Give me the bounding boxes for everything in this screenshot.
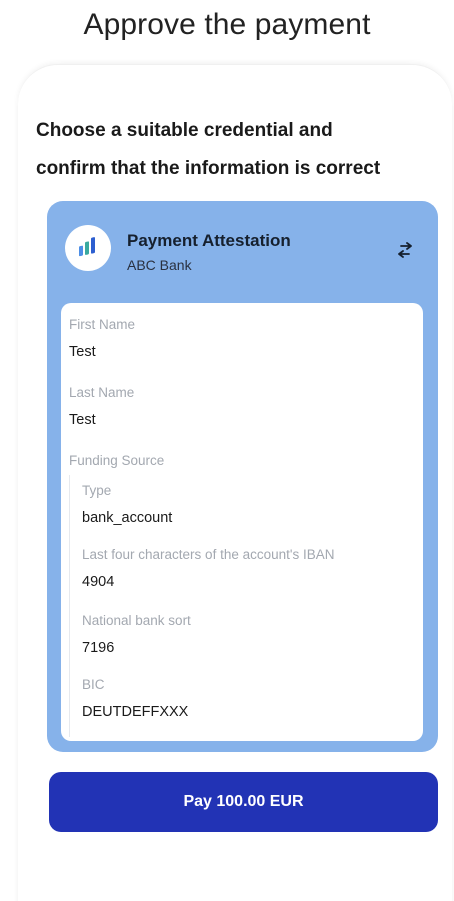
field-last-name: Last Name Test [69, 385, 134, 428]
page-title: Approve the payment [83, 8, 371, 41]
instruction-line-1: Choose a suitable credential and [36, 120, 333, 141]
instruction-text: Choose a suitable credential and confirm… [36, 112, 436, 188]
pay-button[interactable]: Pay 100.00 EUR [49, 772, 438, 832]
swap-arrows-icon[interactable] [390, 235, 420, 265]
field-label: Last Name [69, 385, 135, 400]
field-value: Test [69, 344, 96, 360]
field-iban-last-four: Last four characters of the account's IB… [82, 547, 334, 590]
field-label: First Name [69, 317, 136, 332]
field-value: Test [69, 412, 96, 428]
credential-issuer: ABC Bank [127, 257, 192, 273]
field-label: Type [82, 483, 112, 498]
field-value: 7196 [82, 640, 115, 656]
field-value: 4904 [82, 574, 115, 590]
group-label-funding-source: Funding Source [69, 453, 165, 468]
instruction-line-2: confirm that the information is correct [36, 158, 381, 179]
field-bank-sort: National bank sort 7196 [82, 613, 191, 656]
field-value: DEUTDEFFXXX [82, 704, 189, 720]
field-value: bank_account [82, 510, 173, 526]
bank-logo-icon [65, 225, 111, 271]
credential-header: Payment Attestation ABC Bank [65, 223, 420, 273]
payment-approval-screen: Approve the payment Choose a suitable cr… [0, 0, 454, 901]
field-label: National bank sort [82, 613, 191, 628]
field-first-name: First Name Test [69, 317, 135, 360]
field-bic: BIC DEUTDEFFXXX [82, 677, 188, 720]
field-type: Type bank_account [82, 483, 172, 526]
credential-details: First Name Test Last Name Test Funding S… [61, 303, 423, 741]
field-label: BIC [82, 677, 105, 692]
credential-title: Payment Attestation [127, 231, 291, 250]
funding-source-group: Type bank_account Last four characters o… [69, 475, 410, 737]
credential-card[interactable]: Payment Attestation ABC Bank First Name … [47, 201, 438, 752]
field-label: Last four characters of the account's IB… [82, 547, 335, 562]
